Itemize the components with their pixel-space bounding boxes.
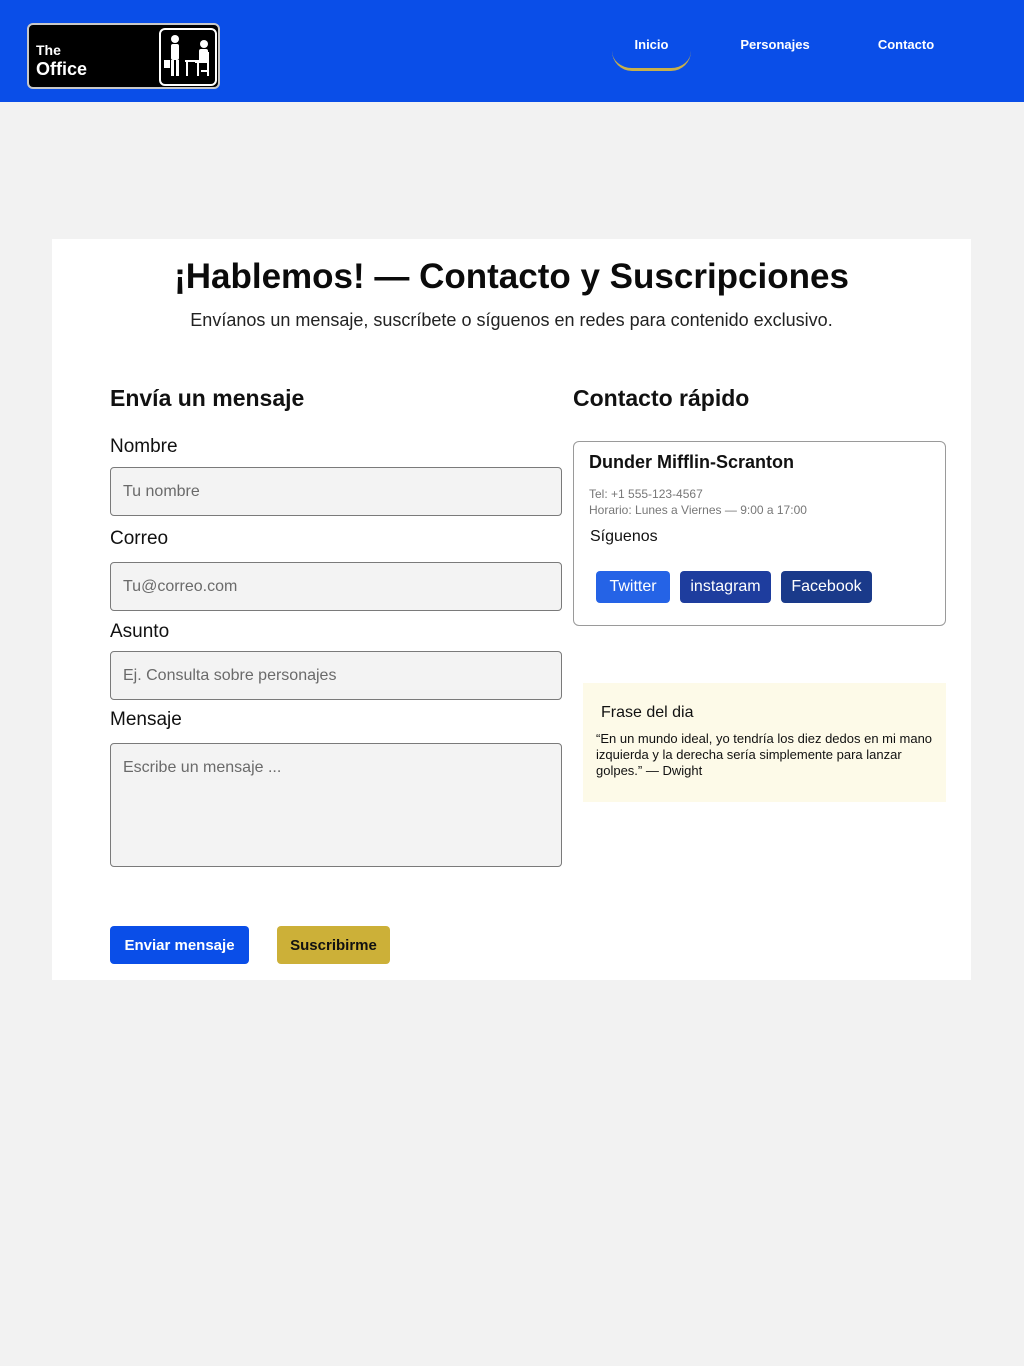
send-message-button[interactable]: Enviar mensaje (110, 926, 249, 964)
logo[interactable]: The Office (27, 23, 220, 89)
subject-label: Asunto (110, 621, 170, 642)
phone-text: Tel: +1 555-123-4567 (589, 487, 703, 501)
quote-title: Frase del dia (601, 704, 694, 721)
page-subtitle: Envíanos un mensaje, suscríbete o síguen… (190, 310, 833, 330)
nav-contacto[interactable]: Contacto (872, 36, 940, 54)
quick-contact-heading: Contacto rápido (573, 385, 750, 411)
nav-inicio-label: Inicio (634, 37, 669, 52)
nav-inicio[interactable]: Inicio (612, 36, 691, 72)
logo-text-the: The (36, 42, 61, 58)
page-title: ¡Hablemos! — Contacto y Suscripciones (174, 257, 849, 296)
office-workers-icon (159, 28, 217, 86)
company-name: Dunder Mifflin-Scranton (589, 452, 794, 472)
message-textarea[interactable] (110, 743, 562, 867)
quote-of-the-day: Frase del dia “En un mundo ideal, yo ten… (583, 683, 946, 802)
form-heading: Envía un mensaje (110, 385, 305, 411)
email-label: Correo (110, 528, 169, 549)
subscribe-button[interactable]: Suscribirme (277, 926, 390, 964)
contact-card: ¡Hablemos! — Contacto y Suscripciones En… (52, 239, 971, 980)
message-label: Mensaje (110, 709, 182, 730)
name-input[interactable] (110, 467, 562, 516)
hours-text: Horario: Lunes a Viernes — 9:00 a 17:00 (589, 503, 807, 517)
twitter-button[interactable]: Twitter (596, 571, 670, 603)
email-input[interactable] (110, 562, 562, 611)
site-header: The Office Inicio Personajes Contacto (0, 0, 1024, 102)
name-label: Nombre (110, 436, 178, 457)
nav-personajes[interactable]: Personajes (735, 36, 815, 54)
follow-label: Síguenos (590, 528, 658, 545)
logo-text-office: Office (36, 59, 88, 79)
facebook-button[interactable]: Facebook (781, 571, 872, 603)
instagram-button[interactable]: instagram (680, 571, 771, 603)
subject-input[interactable] (110, 651, 562, 700)
quote-text: “En un mundo ideal, yo tendría los diez … (596, 731, 933, 778)
quick-contact-box: Dunder Mifflin-Scranton Tel: +1 555-123-… (573, 441, 946, 626)
